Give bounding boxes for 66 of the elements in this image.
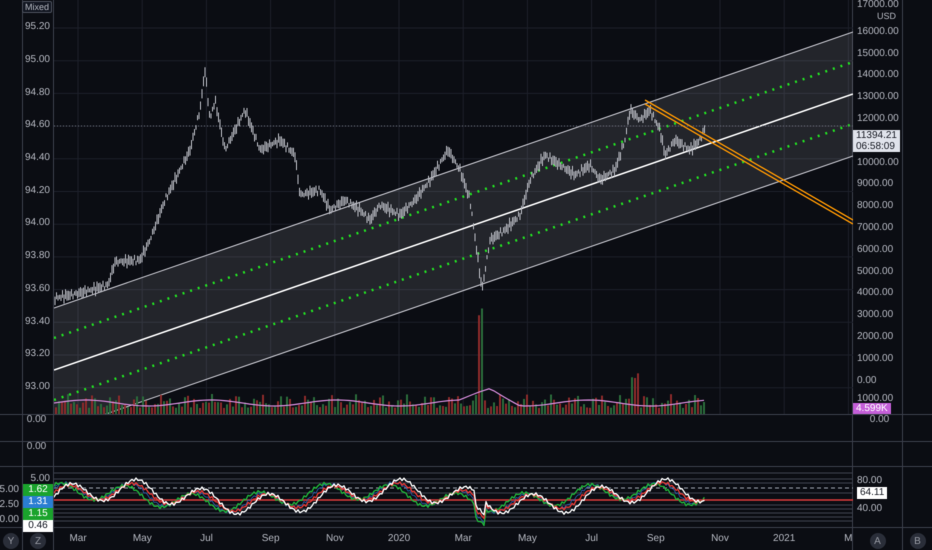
- axis-label: 5000.00: [857, 264, 894, 279]
- axis-label: 94.00: [24, 216, 50, 230]
- axis-label: 93.60: [24, 282, 50, 296]
- time-label: 2021: [772, 532, 796, 546]
- time-label: Jul: [584, 532, 599, 546]
- axis-label: 94.20: [24, 184, 50, 198]
- axis-label: 10000.00: [857, 156, 899, 170]
- axis-label: 80.00: [857, 475, 882, 487]
- axis-label: 17000.00: [857, 0, 899, 10]
- time-label: Sep: [646, 532, 666, 546]
- scale-button[interactable]: Y: [3, 533, 19, 549]
- axis-label: 1000.00: [857, 392, 894, 404]
- currency-label: USD: [876, 11, 897, 21]
- value-label: 1.62: [23, 484, 53, 496]
- volume-label: 4.599K: [853, 403, 891, 414]
- axis-label: 6000.00: [857, 242, 894, 257]
- time-label: M: [843, 532, 852, 546]
- axis-label: 93.20: [24, 347, 50, 362]
- axis-label: 0.00: [26, 415, 46, 425]
- scale-button[interactable]: A: [870, 533, 886, 549]
- time-label: May: [132, 532, 153, 546]
- scale-button[interactable]: B: [910, 533, 926, 549]
- time-label: 2020: [386, 532, 412, 546]
- axis-label: 95.00: [24, 53, 50, 68]
- axis-label: 40.00: [857, 503, 882, 515]
- time-label: Jul: [199, 532, 214, 546]
- time-label: Mar: [454, 532, 473, 546]
- axis-label: 16000.00: [857, 24, 899, 39]
- axis-label: 1000.00: [857, 352, 894, 366]
- time-label: May: [516, 532, 538, 546]
- last-price-label: 11394.21: [853, 130, 900, 141]
- value-label: 1.31: [23, 496, 53, 508]
- scale-button[interactable]: Z: [30, 533, 46, 549]
- scale-mode-button[interactable]: Mixed: [22, 1, 52, 13]
- countdown-label: 06:58:09: [853, 140, 900, 152]
- axis-label: 15000.00: [857, 46, 899, 61]
- axis-label: 13000.00: [857, 90, 899, 104]
- axis-label: 14000.00: [857, 68, 899, 82]
- axis-label: 5.00: [30, 474, 51, 484]
- value-label: 64.11: [857, 487, 888, 499]
- time-label: Sep: [260, 532, 281, 546]
- axis-label: 4000.00: [857, 286, 894, 300]
- axis-label: 5.00: [0, 482, 19, 496]
- time-label: Nov: [324, 532, 345, 546]
- axis-label: 3000.00: [857, 308, 894, 322]
- axis-label: 93.00: [24, 380, 50, 394]
- axis-label: 0.00: [857, 374, 876, 388]
- value-label: 0.46: [23, 520, 53, 532]
- axis-label: 8000.00: [857, 199, 894, 214]
- axis-label: 94.60: [24, 118, 50, 132]
- axis-label: 2.50: [0, 498, 19, 512]
- axis-label: 94.40: [24, 151, 50, 166]
- axis-label: 93.80: [24, 249, 50, 264]
- axis-label: 12000.00: [857, 112, 899, 126]
- axis-label: 0.00: [26, 442, 46, 452]
- axis-label: 93.40: [24, 314, 50, 329]
- axis-label: 95.20: [24, 20, 50, 34]
- value-label: 1.15: [23, 508, 53, 520]
- time-label: Mar: [68, 532, 88, 546]
- axis-label: 0.00: [870, 415, 890, 425]
- axis-label: 2000.00: [857, 330, 894, 344]
- time-label: Nov: [710, 532, 730, 546]
- axis-label: 0.00: [0, 512, 19, 526]
- axis-label: 7000.00: [857, 221, 894, 236]
- axis-label: 94.80: [24, 86, 50, 100]
- axis-label: 9000.00: [857, 177, 894, 192]
